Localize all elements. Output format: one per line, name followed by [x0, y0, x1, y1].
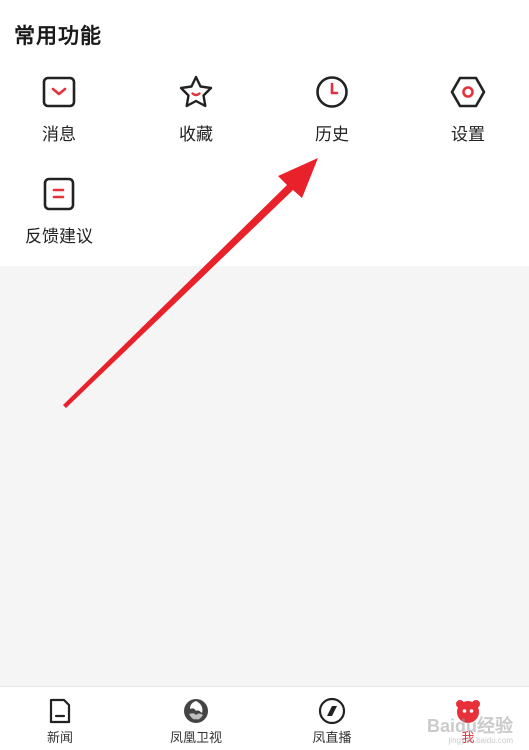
tab-live[interactable]: 凤直播 [272, 687, 392, 750]
feature-label: 消息 [42, 125, 76, 145]
clock-icon [316, 76, 348, 108]
feature-label: 反馈建议 [25, 227, 93, 247]
message-icon [42, 76, 76, 108]
feature-label: 收藏 [179, 125, 213, 145]
tab-label: 凤直播 [312, 731, 352, 746]
baidu-jingyan-watermark: Baidu经验 jingyan.baidu.com [427, 712, 513, 745]
feature-feedback[interactable]: 反馈建议 [4, 176, 114, 247]
hexagon-settings-icon [450, 76, 486, 108]
phoenix-icon [184, 699, 208, 723]
tab-news[interactable]: 新闻 [0, 687, 120, 750]
feature-history[interactable]: 历史 [277, 74, 387, 145]
common-functions-panel: 常用功能 消息 收藏 历史 设置 反馈建议 [0, 0, 529, 266]
watermark-text: Baidu经验 [426, 716, 513, 736]
feature-label: 历史 [315, 125, 349, 145]
news-icon [49, 698, 71, 724]
feedback-icon [43, 177, 75, 211]
star-icon [179, 75, 213, 108]
tab-label: 凤凰卫视 [169, 731, 222, 746]
watermark-url: jingyan.baidu.com [448, 736, 513, 745]
feature-messages[interactable]: 消息 [4, 74, 114, 145]
tab-phoenix-tv[interactable]: 凤凰卫视 [136, 687, 256, 750]
feature-settings[interactable]: 设置 [413, 74, 523, 145]
tab-label: 新闻 [46, 731, 73, 746]
feature-label: 设置 [451, 125, 485, 145]
feature-favorites[interactable]: 收藏 [141, 74, 251, 145]
live-icon [318, 697, 346, 725]
section-title: 常用功能 [14, 24, 102, 48]
